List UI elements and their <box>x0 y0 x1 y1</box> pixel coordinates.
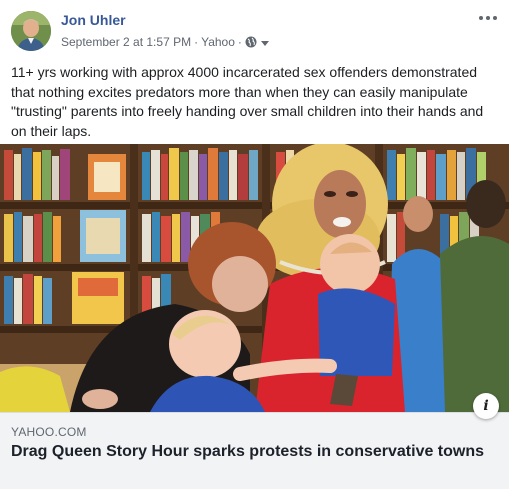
post-header: Jon Uhler September 2 at 1:57 PM · Yahoo… <box>11 9 499 55</box>
privacy-dropdown-chevron-icon[interactable] <box>260 40 269 46</box>
link-domain: YAHOO.COM <box>11 425 87 439</box>
post-meta: September 2 at 1:57 PM · Yahoo · <box>61 35 269 49</box>
link-preview-image[interactable] <box>0 144 509 412</box>
link-preview[interactable]: i YAHOO.COM Drag Queen Story Hour sparks… <box>0 393 509 489</box>
more-options-icon[interactable] <box>477 11 499 25</box>
facebook-post: Jon Uhler September 2 at 1:57 PM · Yahoo… <box>0 0 509 489</box>
globe-icon[interactable] <box>245 36 257 48</box>
meta-separator: · <box>194 35 199 49</box>
author-avatar[interactable] <box>11 11 51 51</box>
post-timestamp[interactable]: September 2 at 1:57 PM <box>61 35 191 49</box>
info-icon[interactable]: i <box>473 393 499 419</box>
author-name[interactable]: Jon Uhler <box>61 12 126 28</box>
meta-separator: · <box>237 35 242 49</box>
post-text: 11+ yrs working with approx 4000 incarce… <box>11 64 484 139</box>
link-headline[interactable]: Drag Queen Story Hour sparks protests in… <box>11 442 491 462</box>
post-source[interactable]: Yahoo <box>201 35 235 49</box>
